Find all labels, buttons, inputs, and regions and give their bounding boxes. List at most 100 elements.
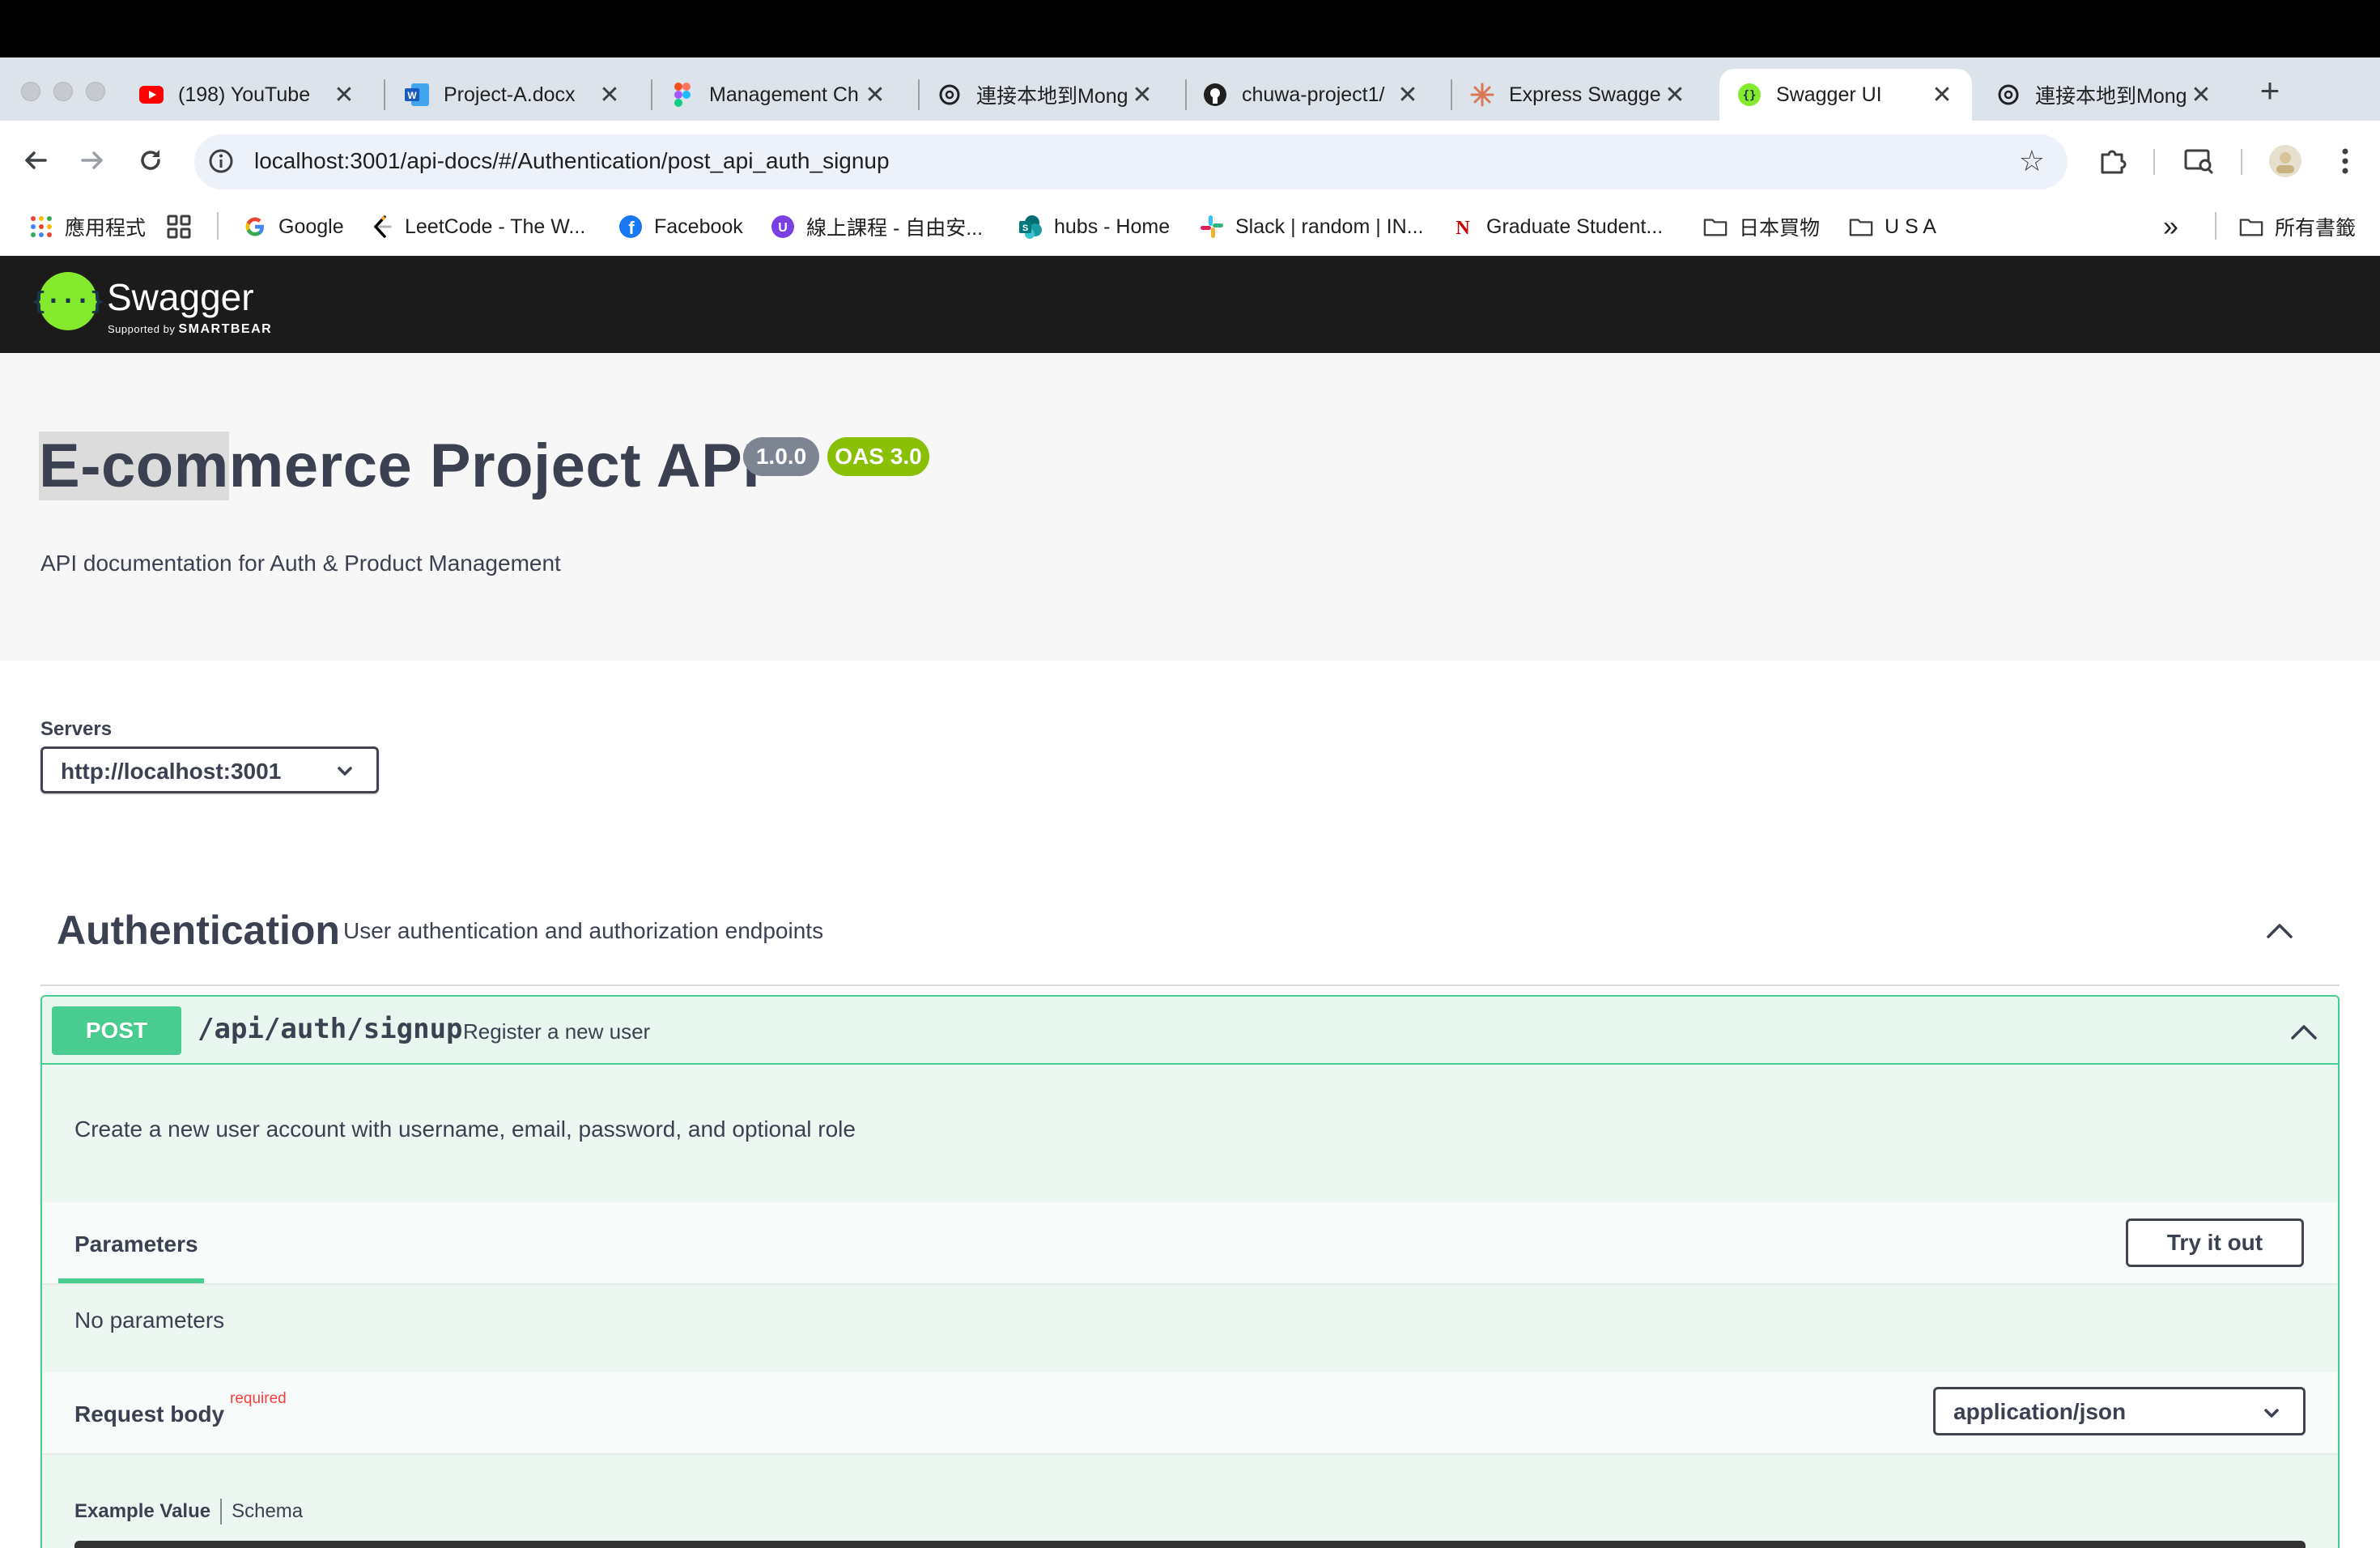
swagger-logo-text: Swagger: [107, 276, 254, 318]
api-title-rest: merce Project API: [228, 432, 760, 500]
bookmark-google[interactable]: Google: [243, 212, 344, 241]
apps-grid-icon: [29, 215, 53, 239]
site-info-icon[interactable]: [207, 147, 235, 179]
word-icon: W: [405, 83, 429, 107]
bookmark-tab-groups[interactable]: [167, 212, 202, 241]
extensions-icon[interactable]: [2093, 142, 2131, 180]
slack-icon: [1200, 215, 1224, 239]
browser-menu-icon[interactable]: [2327, 142, 2364, 180]
api-title: E-commerce Project API: [39, 431, 760, 501]
chevron-down-icon: [334, 760, 355, 785]
swagger-topbar: [0, 256, 2380, 353]
window-close-control[interactable]: [21, 82, 40, 101]
bookmark-star-icon[interactable]: ☆: [2019, 144, 2045, 178]
northeastern-icon: N: [1451, 215, 1475, 239]
tag-title[interactable]: Authentication: [57, 907, 340, 954]
bookmark-apps[interactable]: 應用程式: [29, 212, 146, 241]
close-tab-icon[interactable]: ✕: [332, 81, 356, 109]
window-minimize-control[interactable]: [53, 82, 73, 101]
content-type-dropdown[interactable]: application/json: [1933, 1387, 2306, 1435]
api-description: API documentation for Auth & Product Man…: [40, 551, 561, 576]
tab-title: Express Swagge: [1509, 83, 1661, 106]
bookmark-label: 日本買物: [1739, 217, 1821, 240]
tab-example-value[interactable]: Example Value: [74, 1500, 210, 1523]
tab-separator: [384, 79, 385, 110]
bookmark-facebook[interactable]: f Facebook: [618, 212, 743, 241]
collapse-tag-icon[interactable]: [2263, 915, 2296, 951]
forward-arrow-icon: [81, 151, 103, 169]
oas-badge: OAS 3.0: [827, 437, 929, 476]
tag-divider: [40, 985, 2340, 986]
chevron-down-icon: [2261, 1402, 2282, 1427]
close-tab-icon[interactable]: ✕: [1663, 81, 1687, 109]
svg-text:N: N: [1456, 218, 1470, 238]
browser-tab-chatgpt-1[interactable]: 連接本地到Mong ✕: [920, 69, 1172, 121]
browser-tab-swagger-ui[interactable]: {} Swagger UI ✕: [1719, 69, 1972, 121]
http-method-badge: POST: [52, 1006, 181, 1055]
servers-label: Servers: [40, 718, 113, 740]
browser-tab-express-swagger[interactable]: Express Swagge ✕: [1452, 69, 1705, 121]
bookmark-label: hubs - Home: [1054, 215, 1171, 238]
bookmark-separator: [217, 212, 219, 240]
more-bookmarks-button[interactable]: »: [2163, 211, 2178, 242]
bookmark-slack[interactable]: Slack | random | IN...: [1200, 212, 1424, 241]
url-text[interactable]: localhost:3001/api-docs/#/Authentication…: [254, 148, 890, 174]
bookmark-folder-japan[interactable]: 日本買物: [1703, 212, 1820, 241]
all-bookmarks-folder[interactable]: 所有書籤: [2239, 212, 2356, 241]
tab-groups-icon: [167, 215, 191, 239]
browser-tab-management[interactable]: Management Ch ✕: [652, 69, 905, 121]
example-value-code-block[interactable]: [74, 1541, 2306, 1548]
browser-tab-youtube[interactable]: (198) YouTube ✕: [121, 69, 374, 121]
operation-summary[interactable]: POST /api/auth/signup Register a new use…: [42, 997, 2338, 1065]
browser-tab-github[interactable]: chuwa-project1/ ✕: [1185, 69, 1438, 121]
close-tab-icon[interactable]: ✕: [863, 81, 887, 109]
close-tab-icon[interactable]: ✕: [1930, 81, 1954, 109]
bookmark-folder-usa[interactable]: U S A: [1849, 212, 1936, 241]
youtube-icon: [139, 83, 164, 107]
smartbear-tagline: Supported by SMARTBEAR: [108, 322, 273, 336]
close-tab-icon[interactable]: ✕: [1396, 81, 1420, 109]
folder-icon: [1849, 215, 1873, 239]
servers-dropdown[interactable]: http://localhost:3001: [40, 746, 379, 793]
bookmark-label: U S A: [1885, 215, 1936, 238]
window-title-strip: [0, 0, 2380, 57]
close-tab-icon[interactable]: ✕: [2189, 81, 2213, 109]
browser-tab-project-a[interactable]: W Project-A.docx ✕: [387, 69, 640, 121]
bookmark-course[interactable]: U 線上課程 - 自由安...: [771, 212, 983, 241]
back-button[interactable]: [18, 142, 53, 178]
browser-tab-chatgpt-2[interactable]: 連接本地到Mong ✕: [1978, 69, 2231, 121]
bookmark-leetcode[interactable]: LeetCode - The W...: [369, 212, 585, 241]
bookmark-hubs[interactable]: S hubs - Home: [1018, 212, 1170, 241]
close-tab-icon[interactable]: ✕: [597, 81, 622, 109]
window-zoom-control[interactable]: [86, 82, 105, 101]
bookmark-label: LeetCode - The W...: [405, 215, 586, 238]
active-tab-underline: [58, 1278, 204, 1283]
tab-parameters[interactable]: Parameters: [74, 1231, 198, 1257]
course-icon: U: [771, 215, 795, 239]
toolbar-separator: [2153, 149, 2155, 175]
operation-block-post-signup: POST /api/auth/signup Register a new use…: [40, 995, 2340, 1548]
tab-title: chuwa-project1/: [1242, 83, 1385, 106]
svg-text:U: U: [778, 221, 788, 235]
profile-avatar[interactable]: [2267, 142, 2304, 180]
close-tab-icon[interactable]: ✕: [1130, 81, 1154, 109]
bookmark-label: 所有書籤: [2275, 217, 2357, 240]
tab-schema[interactable]: Schema: [232, 1500, 303, 1523]
tag-description: User authentication and authorization en…: [343, 918, 824, 943]
address-bar[interactable]: localhost:3001/api-docs/#/Authentication…: [194, 134, 2068, 189]
bookmark-graduate-student[interactable]: N Graduate Student...: [1451, 212, 1663, 241]
tab-title: Management Ch: [709, 83, 859, 106]
reload-button[interactable]: [133, 142, 168, 178]
forward-button[interactable]: [74, 142, 110, 178]
version-badge: 1.0.0: [743, 437, 819, 476]
tab-title: Swagger UI: [1776, 83, 1882, 106]
google-icon: [243, 215, 267, 239]
swagger-logo-icon[interactable]: {···}: [32, 272, 104, 330]
new-tab-button[interactable]: +: [2254, 73, 2286, 108]
github-icon: [1203, 83, 1227, 107]
tab-search-icon[interactable]: [2181, 142, 2218, 180]
collapse-operation-icon[interactable]: [2288, 1016, 2320, 1053]
try-it-out-button[interactable]: Try it out: [2126, 1218, 2304, 1267]
operation-description: Create a new user account with username,…: [74, 1116, 856, 1142]
operation-summary-text: Register a new user: [463, 1019, 651, 1044]
